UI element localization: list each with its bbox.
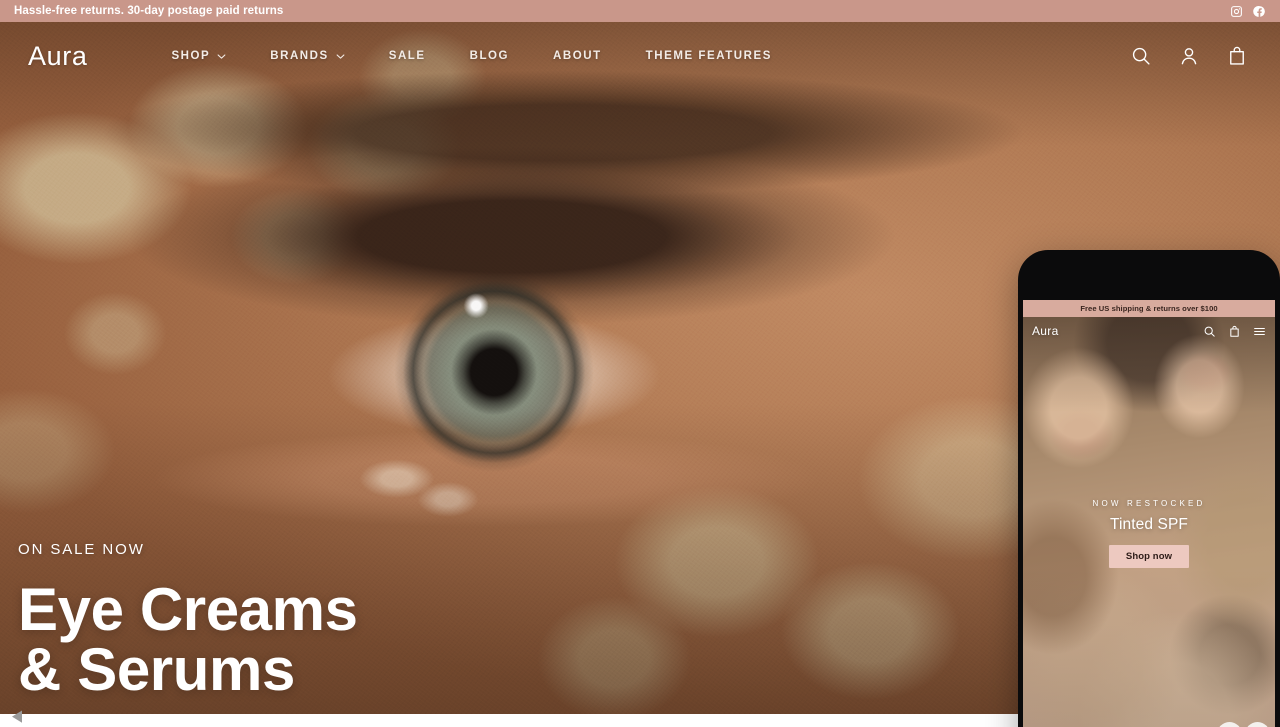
phone-hero-title: Tinted SPF: [1110, 516, 1188, 533]
phone-announcement-text: Free US shipping & returns over $100: [1080, 304, 1218, 313]
nav-item-theme-features[interactable]: THEME FEATURES: [624, 50, 794, 62]
hero-title: Eye Creams & Serums: [18, 580, 358, 700]
storefront-page: Hassle-free returns. 30-day postage paid…: [0, 0, 1280, 727]
instagram-icon[interactable]: [1230, 5, 1243, 18]
phone-header: Aura: [1023, 317, 1275, 345]
account-icon[interactable]: [1178, 45, 1200, 67]
nav-item-label: BLOG: [469, 50, 510, 62]
announcement-bar: Hassle-free returns. 30-day postage paid…: [0, 0, 1280, 22]
phone-hero-eyebrow: NOW RESTOCKED: [1092, 499, 1206, 508]
site-logo[interactable]: Aura: [28, 42, 87, 70]
cart-icon[interactable]: [1226, 45, 1248, 67]
phone-header-actions: [1203, 325, 1266, 338]
facebook-icon[interactable]: [1253, 5, 1266, 18]
phone-mockup: Free US shipping & returns over $100 Aur…: [1018, 250, 1280, 727]
nav-item-label: ABOUT: [553, 50, 602, 62]
hero-title-line-2: & Serums: [18, 636, 295, 703]
phone-logo[interactable]: Aura: [1032, 324, 1059, 338]
nav-item-brands[interactable]: BRANDS: [248, 50, 367, 62]
hero-eyebrow: ON SALE NOW: [18, 541, 145, 558]
carousel-prev-button[interactable]: [1217, 722, 1242, 727]
site-header: Aura SHOP BRANDS SALE BLOG ABOUT THEME F…: [0, 22, 1280, 90]
phone-carousel-controls: [1217, 722, 1270, 727]
nav-item-about[interactable]: ABOUT: [531, 50, 624, 62]
phone-announcement-bar: Free US shipping & returns over $100: [1023, 300, 1275, 317]
hero-title-line-1: Eye Creams: [18, 576, 358, 643]
social-links: [1230, 5, 1266, 18]
carousel-prev-icon[interactable]: [9, 709, 23, 724]
search-icon[interactable]: [1130, 45, 1152, 67]
hero-copy: ON SALE NOW Eye Creams & Serums: [18, 541, 358, 700]
chevron-down-icon: [336, 52, 345, 61]
nav-item-sale[interactable]: SALE: [367, 50, 448, 62]
carousel-next-button[interactable]: [1245, 722, 1270, 727]
phone-hero-copy: NOW RESTOCKED Tinted SPF Shop now: [1023, 499, 1275, 568]
announcement-text: Hassle-free returns. 30-day postage paid…: [14, 5, 284, 17]
nav-item-label: THEME FEATURES: [645, 50, 772, 62]
phone-hero: Aura NOW RESTOCKED Tinted SPF Shop now: [1023, 317, 1275, 727]
main-navigation: SHOP BRANDS SALE BLOG ABOUT THEME FEATUR…: [149, 50, 794, 62]
chevron-down-icon: [217, 52, 226, 61]
nav-item-label: SHOP: [171, 50, 211, 62]
nav-item-label: BRANDS: [270, 50, 329, 62]
nav-item-blog[interactable]: BLOG: [448, 50, 531, 62]
menu-icon[interactable]: [1253, 325, 1266, 338]
header-actions: [1130, 45, 1252, 67]
shop-now-button[interactable]: Shop now: [1108, 545, 1190, 568]
nav-item-shop[interactable]: SHOP: [149, 50, 248, 62]
nav-item-label: SALE: [388, 50, 426, 62]
cart-icon[interactable]: [1228, 325, 1241, 338]
phone-screen: Free US shipping & returns over $100 Aur…: [1023, 300, 1275, 727]
search-icon[interactable]: [1203, 325, 1216, 338]
